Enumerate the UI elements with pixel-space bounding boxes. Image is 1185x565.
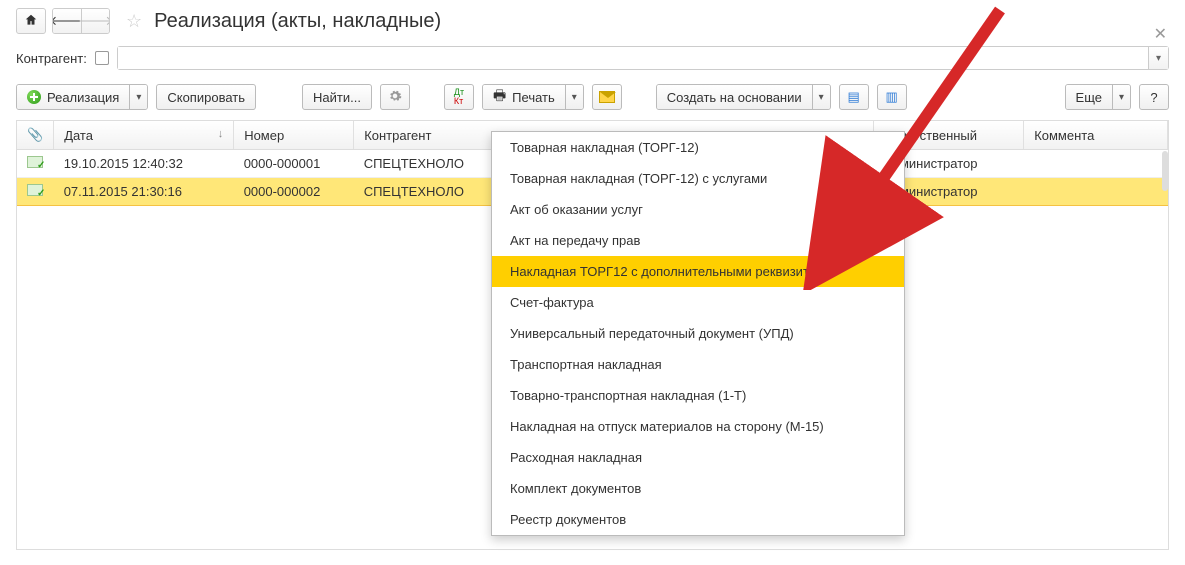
print-label: Печать bbox=[512, 90, 555, 105]
filter-dropdown-button[interactable]: ▾ bbox=[1148, 47, 1168, 69]
create-based-button[interactable]: Создать на основании bbox=[657, 85, 812, 109]
filter-checkbox[interactable] bbox=[95, 51, 109, 65]
print-menu-item[interactable]: Реестр документов bbox=[492, 504, 904, 535]
home-button[interactable] bbox=[16, 8, 46, 34]
document-lines-icon: ▥ bbox=[885, 89, 897, 105]
cell-date: 07.11.2015 21:30:16 bbox=[54, 178, 234, 206]
col-date[interactable]: Дата ↓ bbox=[54, 121, 234, 150]
print-dropdown-arrow[interactable]: ▾ bbox=[565, 85, 583, 109]
print-menu-item[interactable]: Акт на передачу прав bbox=[492, 225, 904, 256]
print-menu-item[interactable]: Счет-фактура bbox=[492, 287, 904, 318]
print-menu-item[interactable]: Акт об оказании услуг bbox=[492, 194, 904, 225]
document-icon: ▤ bbox=[847, 89, 859, 105]
copy-button[interactable]: Скопировать bbox=[156, 84, 256, 110]
col-number[interactable]: Номер bbox=[234, 121, 354, 150]
print-menu-item[interactable]: Накладная ТОРГ12 с дополнительными рекви… bbox=[492, 256, 904, 287]
realize-button[interactable]: Реализация bbox=[17, 85, 129, 109]
print-menu-item[interactable]: Транспортная накладная bbox=[492, 349, 904, 380]
create-based-split-button: Создать на основании ▾ bbox=[656, 84, 831, 110]
favorite-star-icon[interactable]: ☆ bbox=[126, 11, 142, 32]
home-icon bbox=[24, 13, 38, 30]
help-label: ? bbox=[1150, 90, 1157, 105]
nav-back-forward: 🡐 🡒 bbox=[52, 8, 110, 34]
arrow-right-icon: 🡒 bbox=[78, 13, 110, 29]
scrollbar[interactable] bbox=[1162, 151, 1168, 191]
cell-comment bbox=[1024, 150, 1168, 178]
attach-icon: 📎 bbox=[27, 127, 43, 142]
gear-icon bbox=[388, 89, 402, 106]
plus-icon bbox=[27, 90, 41, 104]
find-label: Найти... bbox=[313, 90, 361, 105]
print-menu-item[interactable]: Комплект документов bbox=[492, 473, 904, 504]
print-menu-item[interactable]: Товарная накладная (ТОРГ-12) bbox=[492, 132, 904, 163]
print-split-button: 🖶 Печать ▾ bbox=[482, 84, 584, 110]
cell-comment bbox=[1024, 178, 1168, 206]
col-comment-label: Коммента bbox=[1034, 128, 1094, 143]
close-button[interactable]: ✕ bbox=[1154, 24, 1167, 44]
more-split-button: Еще ▾ bbox=[1065, 84, 1131, 110]
create-based-dropdown-arrow[interactable]: ▾ bbox=[812, 85, 830, 109]
mail-button[interactable] bbox=[592, 84, 622, 110]
cell-number: 0000-000001 bbox=[234, 150, 354, 178]
page-title: Реализация (акты, накладные) bbox=[154, 10, 441, 33]
print-menu-item[interactable]: Товарная накладная (ТОРГ-12) с услугами bbox=[492, 163, 904, 194]
doc-icon-button-1[interactable]: ▤ bbox=[839, 84, 869, 110]
print-menu-item[interactable]: Товарно-транспортная накладная (1-Т) bbox=[492, 380, 904, 411]
forward-button[interactable]: 🡒 bbox=[81, 9, 109, 33]
dtkt-button[interactable]: ДтКт bbox=[444, 84, 474, 110]
col-date-label: Дата bbox=[64, 128, 93, 143]
more-button[interactable]: Еще bbox=[1066, 85, 1112, 109]
print-dropdown-menu: Товарная накладная (ТОРГ-12)Товарная нак… bbox=[491, 131, 905, 536]
print-menu-item[interactable]: Универсальный передаточный документ (УПД… bbox=[492, 318, 904, 349]
realize-label: Реализация bbox=[47, 90, 119, 105]
create-based-label: Создать на основании bbox=[667, 90, 802, 105]
doc-icon-button-2[interactable]: ▥ bbox=[877, 84, 907, 110]
toolbar: Реализация ▾ Скопировать Найти... ДтКт 🖶… bbox=[0, 80, 1185, 114]
row-status-icon bbox=[27, 156, 43, 168]
more-dropdown-arrow[interactable]: ▾ bbox=[1112, 85, 1130, 109]
filter-label-counterparty: Контрагент: bbox=[16, 51, 87, 66]
cell-date: 19.10.2015 12:40:32 bbox=[54, 150, 234, 178]
col-attach[interactable]: 📎 bbox=[17, 121, 54, 150]
dtkt-icon: ДтКт bbox=[454, 88, 464, 106]
row-status-icon bbox=[27, 184, 43, 196]
print-menu-item[interactable]: Расходная накладная bbox=[492, 442, 904, 473]
sort-arrow-icon: ↓ bbox=[218, 128, 224, 140]
back-button[interactable]: 🡐 bbox=[53, 9, 81, 33]
print-menu-item[interactable]: Накладная на отпуск материалов на сторон… bbox=[492, 411, 904, 442]
counterparty-filter-input[interactable] bbox=[118, 47, 1148, 69]
col-counterparty-label: Контрагент bbox=[364, 128, 431, 143]
realize-dropdown-arrow[interactable]: ▾ bbox=[129, 85, 147, 109]
col-comment[interactable]: Коммента bbox=[1024, 121, 1168, 150]
help-button[interactable]: ? bbox=[1139, 84, 1169, 110]
settings-button[interactable] bbox=[380, 84, 410, 110]
copy-label: Скопировать bbox=[167, 90, 245, 105]
filter-input-wrap: ▾ bbox=[117, 46, 1169, 70]
cell-number: 0000-000002 bbox=[234, 178, 354, 206]
printer-icon: 🖶 bbox=[493, 85, 506, 109]
col-number-label: Номер bbox=[244, 128, 284, 143]
find-button[interactable]: Найти... bbox=[302, 84, 372, 110]
more-label: Еще bbox=[1076, 90, 1102, 105]
print-button[interactable]: 🖶 Печать bbox=[483, 85, 565, 109]
realize-split-button: Реализация ▾ bbox=[16, 84, 148, 110]
mail-icon bbox=[599, 91, 615, 103]
